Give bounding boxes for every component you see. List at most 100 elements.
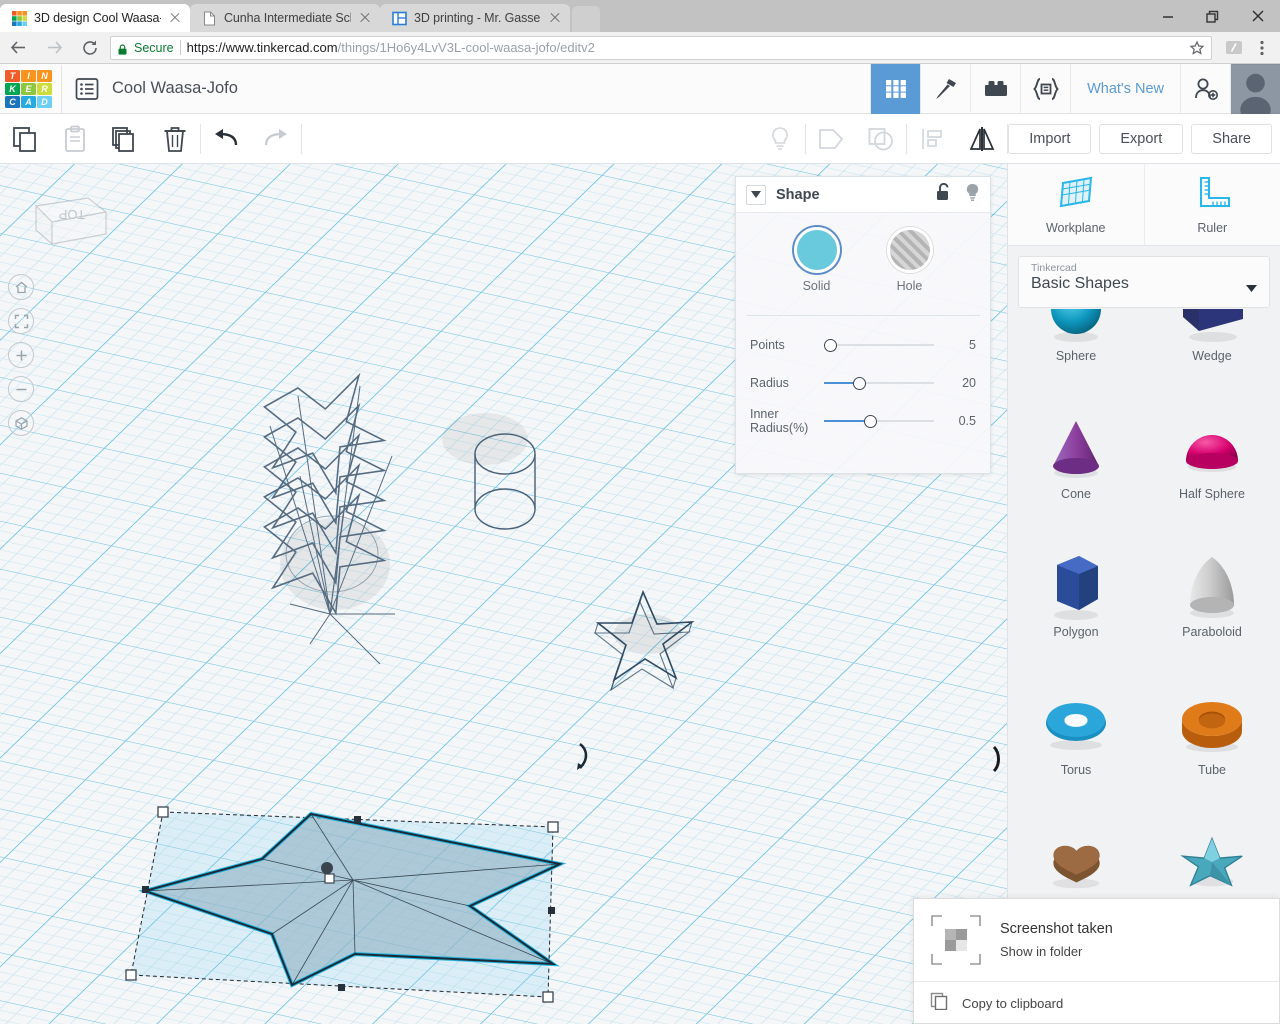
mirror-icon[interactable] (957, 114, 1007, 164)
duplicate-button[interactable] (100, 114, 150, 164)
cylinder-wireframe (442, 413, 536, 530)
copy-to-clipboard-row[interactable]: Copy to clipboard (914, 981, 1279, 1024)
polygon-thumb (1039, 549, 1113, 623)
shape-item-wedge[interactable]: Wedge (1144, 309, 1280, 387)
shape-item-polygon[interactable]: Polygon (1008, 525, 1144, 663)
chrome-menu-icon[interactable] (1248, 34, 1276, 62)
paste-button (50, 114, 100, 164)
workplane-tool[interactable]: Workplane (1008, 164, 1144, 245)
code-blocks-icon[interactable] (1020, 63, 1070, 114)
export-button[interactable]: Export (1099, 123, 1184, 154)
shape-label: Polygon (1053, 625, 1099, 639)
logo-tile-c: C (5, 95, 20, 108)
hole-swatch[interactable] (886, 227, 933, 273)
shape-item-tube[interactable]: Tube (1144, 663, 1280, 801)
chevron-down-icon[interactable] (1246, 279, 1257, 297)
bookmark-star-icon[interactable] (1189, 40, 1205, 56)
toast-main-row[interactable]: Screenshot taken Show in folder (914, 899, 1279, 981)
shapes-row: Torus Tube (1008, 663, 1280, 801)
add-person-icon[interactable] (1180, 63, 1230, 114)
browser-tab-0[interactable]: 3D design Cool Waasa-J (0, 4, 190, 32)
chevron-down-icon[interactable] (746, 184, 766, 205)
avatar[interactable] (1230, 63, 1280, 114)
header-actions: What's New (870, 63, 1280, 114)
param-inner-radius-value[interactable]: 0.5 (959, 414, 976, 428)
page-title[interactable]: Cool Waasa-Jofo (112, 79, 238, 98)
shape-type-swatches: Solid Hole (736, 227, 990, 293)
shape-item-cone[interactable]: Cone (1008, 387, 1144, 525)
param-radius-value[interactable]: 20 (962, 376, 976, 390)
logo-tile-r: R (37, 82, 52, 95)
group-icon (806, 114, 856, 164)
back-arrow-icon[interactable] (0, 32, 36, 64)
slider-knob[interactable] (864, 415, 877, 428)
forward-arrow-icon (36, 32, 72, 64)
show-in-folder-link[interactable]: Show in folder (1000, 944, 1113, 959)
whats-new-link[interactable]: What's New (1070, 63, 1180, 114)
param-points-value[interactable]: 5 (969, 338, 976, 352)
delete-button[interactable] (150, 114, 200, 164)
star-thumb (1175, 825, 1249, 899)
copy-button[interactable] (0, 114, 50, 164)
import-button[interactable]: Import (1008, 123, 1092, 154)
library-provider-label: Tinkercad (1031, 262, 1077, 274)
shape-item-sphere[interactable]: Sphere (1008, 309, 1144, 387)
minimize-button[interactable] (1145, 0, 1190, 32)
shape-item-paraboloid[interactable]: Paraboloid (1144, 525, 1280, 663)
browser-tab-label: 3D design Cool Waasa-J (34, 11, 161, 25)
new-tab-button[interactable] (572, 6, 600, 32)
tinkercad-logo[interactable]: T I N K E R C A D (5, 69, 53, 108)
shape-label: Half Sphere (1178, 487, 1245, 501)
ungroup-icon (856, 114, 906, 164)
param-inner-radius-label: Inner Radius(%) (750, 406, 809, 435)
project-list-icon[interactable] (74, 76, 100, 102)
url-text: https://www.tinkercad.com/things/1Ho6y4L… (187, 40, 595, 55)
browser-tab-1[interactable]: Cunha Intermediate Sch (190, 4, 380, 32)
address-bar[interactable]: Secure https://www.tinkercad.com/things/… (110, 35, 1212, 60)
solid-option[interactable]: Solid (793, 227, 840, 293)
align-icon (907, 114, 957, 164)
solid-swatch[interactable] (793, 227, 840, 273)
chevron-right-icon[interactable] (988, 734, 1007, 784)
undo-button[interactable] (201, 114, 251, 164)
shape-item-torus[interactable]: Torus (1008, 663, 1144, 801)
restore-button[interactable] (1190, 0, 1235, 32)
inner-radius-slider[interactable] (824, 412, 934, 430)
grid-icon[interactable] (870, 63, 921, 114)
slider-knob[interactable] (824, 339, 837, 352)
radius-slider[interactable] (824, 374, 934, 392)
browser-tab-2[interactable]: 3D printing - Mr. Gasser (380, 4, 570, 32)
ruler-tool[interactable]: Ruler (1143, 164, 1280, 245)
param-points-label: Points (750, 337, 785, 352)
brick-icon[interactable] (970, 63, 1020, 114)
slider-knob[interactable] (853, 377, 866, 390)
param-radius-row: Radius 20 (736, 364, 990, 402)
points-slider[interactable] (824, 336, 934, 354)
close-icon[interactable] (548, 11, 562, 25)
shape-item-half-sphere[interactable]: Half Sphere (1144, 387, 1280, 525)
hole-option[interactable]: Hole (886, 227, 933, 293)
selected-star-object[interactable] (125, 742, 588, 1003)
workplane-label: Workplane (1045, 220, 1106, 235)
hammer-icon[interactable] (920, 63, 970, 114)
copy-icon (930, 992, 948, 1015)
share-button[interactable]: Share (1191, 123, 1272, 154)
reload-icon[interactable] (72, 32, 108, 64)
close-icon[interactable] (358, 11, 372, 25)
lightbulb-icon[interactable] (965, 183, 980, 207)
lightbulb-icon (755, 114, 805, 164)
close-button[interactable] (1235, 0, 1280, 32)
browser-toolbar-right (1220, 34, 1280, 62)
extension-icon[interactable] (1220, 34, 1248, 62)
half-sphere-thumb (1175, 411, 1249, 485)
copy-to-clipboard-label: Copy to clipboard (962, 995, 1064, 1011)
unlock-icon[interactable] (936, 182, 951, 206)
shape-panel-header: Shape (736, 177, 990, 213)
slider-track (824, 344, 934, 346)
shape-library-select[interactable]: Tinkercad Basic Shapes (1018, 256, 1270, 308)
screenshot-toast: Screenshot taken Show in folder Copy to … (913, 898, 1280, 1024)
star-stack-wireframe (262, 372, 395, 665)
browser-tab-strip: 3D design Cool Waasa-J Cunha Intermediat… (0, 0, 1280, 32)
shapes-row: Polygon Paraboloid (1008, 525, 1280, 663)
close-icon[interactable] (168, 11, 182, 25)
